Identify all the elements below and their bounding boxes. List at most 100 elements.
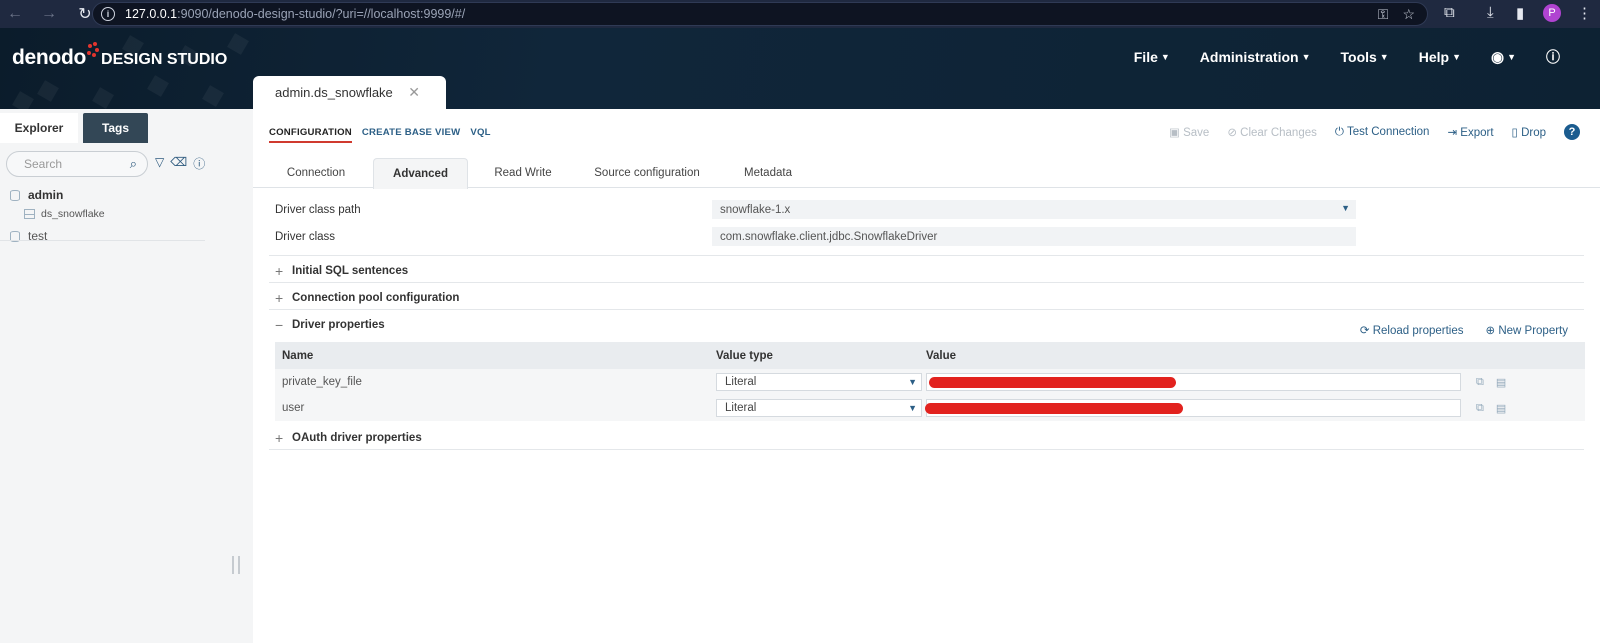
help-icon[interactable]: ? (1564, 124, 1580, 140)
nav-create-base-view[interactable]: CREATE BASE VIEW (362, 127, 460, 143)
new-label: New Property (1498, 325, 1568, 337)
export-label: Export (1460, 127, 1494, 139)
filter-icon[interactable]: ▽ (155, 155, 164, 172)
test-connection-button[interactable]: ⏻ Test Connection (1335, 126, 1430, 139)
driver-properties-table: Name Value type Value private_key_file L… (275, 342, 1585, 421)
tab-source-configuration[interactable]: Source configuration (577, 158, 717, 188)
help-icon[interactable]: ⓘ (193, 155, 205, 172)
add-circle-icon: ⊕ (1485, 325, 1499, 337)
menu-file[interactable]: File ▼ (1134, 47, 1170, 67)
sidebar-tools: ▽ ⌫ ⓘ (155, 155, 205, 172)
chevron-down-icon: ▼ (1341, 203, 1350, 213)
clear-changes-button[interactable]: ⊘ Clear Changes (1227, 125, 1317, 139)
more-menu-icon[interactable]: ⋮ (1577, 4, 1592, 22)
nav-configuration[interactable]: CONFIGURATION (269, 127, 352, 143)
redaction-mark (925, 403, 1183, 414)
nav-vql[interactable]: VQL (470, 127, 490, 143)
back-icon[interactable]: ← (4, 5, 26, 23)
tab-metadata[interactable]: Metadata (723, 158, 813, 188)
plus-icon: + (275, 430, 284, 446)
reload-properties-button[interactable]: ⟳ Reload properties (1360, 323, 1464, 337)
extensions-icon[interactable]: ⧉ (1444, 4, 1455, 21)
site-info-icon[interactable]: i (101, 7, 115, 21)
section-label: Driver properties (292, 319, 385, 331)
new-property-button[interactable]: ⊕ New Property (1485, 323, 1568, 337)
advanced-panel: Driver class path snowflake-1.x ▼ Driver… (253, 189, 1600, 643)
row-actions: ⧉ ▤ (1462, 402, 1572, 415)
table-header: Name Value type Value (275, 342, 1585, 369)
export-icon: ⇥ (1447, 127, 1461, 139)
star-icon[interactable]: ☆ (1402, 6, 1415, 23)
url-host: 127.0.0.1 (125, 7, 178, 21)
header-value-type: Value type (716, 349, 773, 362)
tree-label: ds_snowflake (41, 208, 105, 220)
copy-icon[interactable]: ⧉ (1476, 376, 1484, 389)
top-menu: File ▼ Administration ▼ Tools ▼ Help ▼ ◉ ▼ ⓘ (1134, 47, 1560, 67)
search-icon[interactable]: ⌕ (130, 156, 137, 172)
save-label: Save (1183, 127, 1210, 139)
property-value-input[interactable] (925, 399, 1461, 417)
tab-read-write[interactable]: Read Write (473, 158, 573, 188)
menu-administration[interactable]: Administration ▼ (1200, 47, 1311, 67)
drop-button[interactable]: ▯ Drop (1512, 125, 1546, 139)
driver-class-path-value: snowflake-1.x (720, 203, 791, 216)
section-initial-sql[interactable]: + Initial SQL sentences (275, 263, 408, 279)
user-menu[interactable]: ◉ ▼ (1491, 47, 1516, 67)
driver-class-field[interactable]: com.snowflake.client.jdbc.SnowflakeDrive… (712, 227, 1356, 246)
chevron-down-icon: ▼ (1160, 52, 1170, 62)
divider (269, 282, 1584, 283)
plus-icon: + (275, 290, 284, 306)
denodo-logo: denodo DESIGN STUDIO (12, 42, 227, 70)
save-button[interactable]: ▣ Save (1169, 125, 1209, 139)
download-icon[interactable]: ⤓ (1487, 4, 1494, 21)
tab-advanced[interactable]: Advanced (373, 158, 468, 189)
side-panel-icon[interactable]: ▮ (1516, 4, 1524, 22)
tree-item-ds-snowflake[interactable]: ds_snowflake (24, 208, 105, 220)
address-bar[interactable]: i 127.0.0.1:9090/denodo-design-studio/?u… (92, 2, 1428, 26)
property-value-input[interactable] (926, 373, 1461, 391)
logo-dots-icon (86, 42, 100, 64)
forward-icon[interactable]: → (38, 5, 60, 23)
info-icon: ⓘ (1546, 49, 1560, 65)
section-driver-properties[interactable]: − Driver properties (275, 317, 385, 333)
search-input[interactable]: Search ⌕ (6, 151, 148, 177)
tab-connection[interactable]: Connection (268, 158, 364, 188)
close-icon[interactable]: ✕ (408, 84, 420, 101)
value-type-select[interactable]: Literal ▼ (716, 399, 922, 417)
config-tabs: Connection Advanced Read Write Source co… (253, 158, 1600, 189)
menu-tools[interactable]: Tools ▼ (1341, 47, 1389, 67)
chevron-down-icon: ▼ (1452, 52, 1461, 62)
clear-icon: ⊘ (1227, 127, 1241, 139)
tree-item-admin[interactable]: admin (10, 188, 63, 202)
browser-toolbar: ← → ↻ i 127.0.0.1:9090/denodo-design-stu… (0, 0, 1600, 28)
sub-navigation: CONFIGURATION CREATE BASE VIEW VQL (269, 127, 491, 143)
value-type-text: Literal (725, 376, 757, 388)
driver-class-path-select[interactable]: snowflake-1.x ▼ (712, 200, 1356, 219)
document-tab[interactable]: admin.ds_snowflake ✕ (253, 76, 446, 109)
tab-explorer[interactable]: Explorer (0, 113, 78, 143)
copy-icon[interactable]: ⧉ (1476, 402, 1484, 415)
profile-avatar[interactable]: P (1543, 4, 1561, 22)
driver-class-value: com.snowflake.client.jdbc.SnowflakeDrive… (720, 230, 938, 243)
header-value: Value (926, 349, 957, 362)
plus-icon: + (275, 263, 284, 279)
logo-text: denodo (12, 46, 87, 69)
about-info[interactable]: ⓘ (1546, 47, 1560, 67)
divider (269, 309, 1584, 310)
chevron-down-icon: ▼ (908, 377, 917, 387)
section-connection-pool[interactable]: + Connection pool configuration (275, 290, 459, 306)
menu-help[interactable]: Help ▼ (1419, 47, 1461, 67)
clear-filter-icon[interactable]: ⌫ (170, 155, 187, 172)
plug-icon: ⏻ (1334, 125, 1347, 138)
sidebar-resize-handle[interactable] (232, 556, 240, 574)
key-icon[interactable]: ⚿ (1378, 6, 1389, 23)
chevron-down-icon: ▼ (1301, 52, 1311, 62)
tab-tags[interactable]: Tags (83, 113, 148, 143)
trash-icon[interactable]: ▤ (1496, 402, 1506, 415)
value-type-select[interactable]: Literal ▼ (716, 373, 922, 391)
user-icon: ◉ (1490, 49, 1505, 66)
trash-icon[interactable]: ▤ (1496, 376, 1506, 389)
export-button[interactable]: ⇥ Export (1447, 125, 1493, 139)
section-label: OAuth driver properties (292, 432, 422, 444)
section-oauth-driver-properties[interactable]: + OAuth driver properties (275, 430, 422, 446)
